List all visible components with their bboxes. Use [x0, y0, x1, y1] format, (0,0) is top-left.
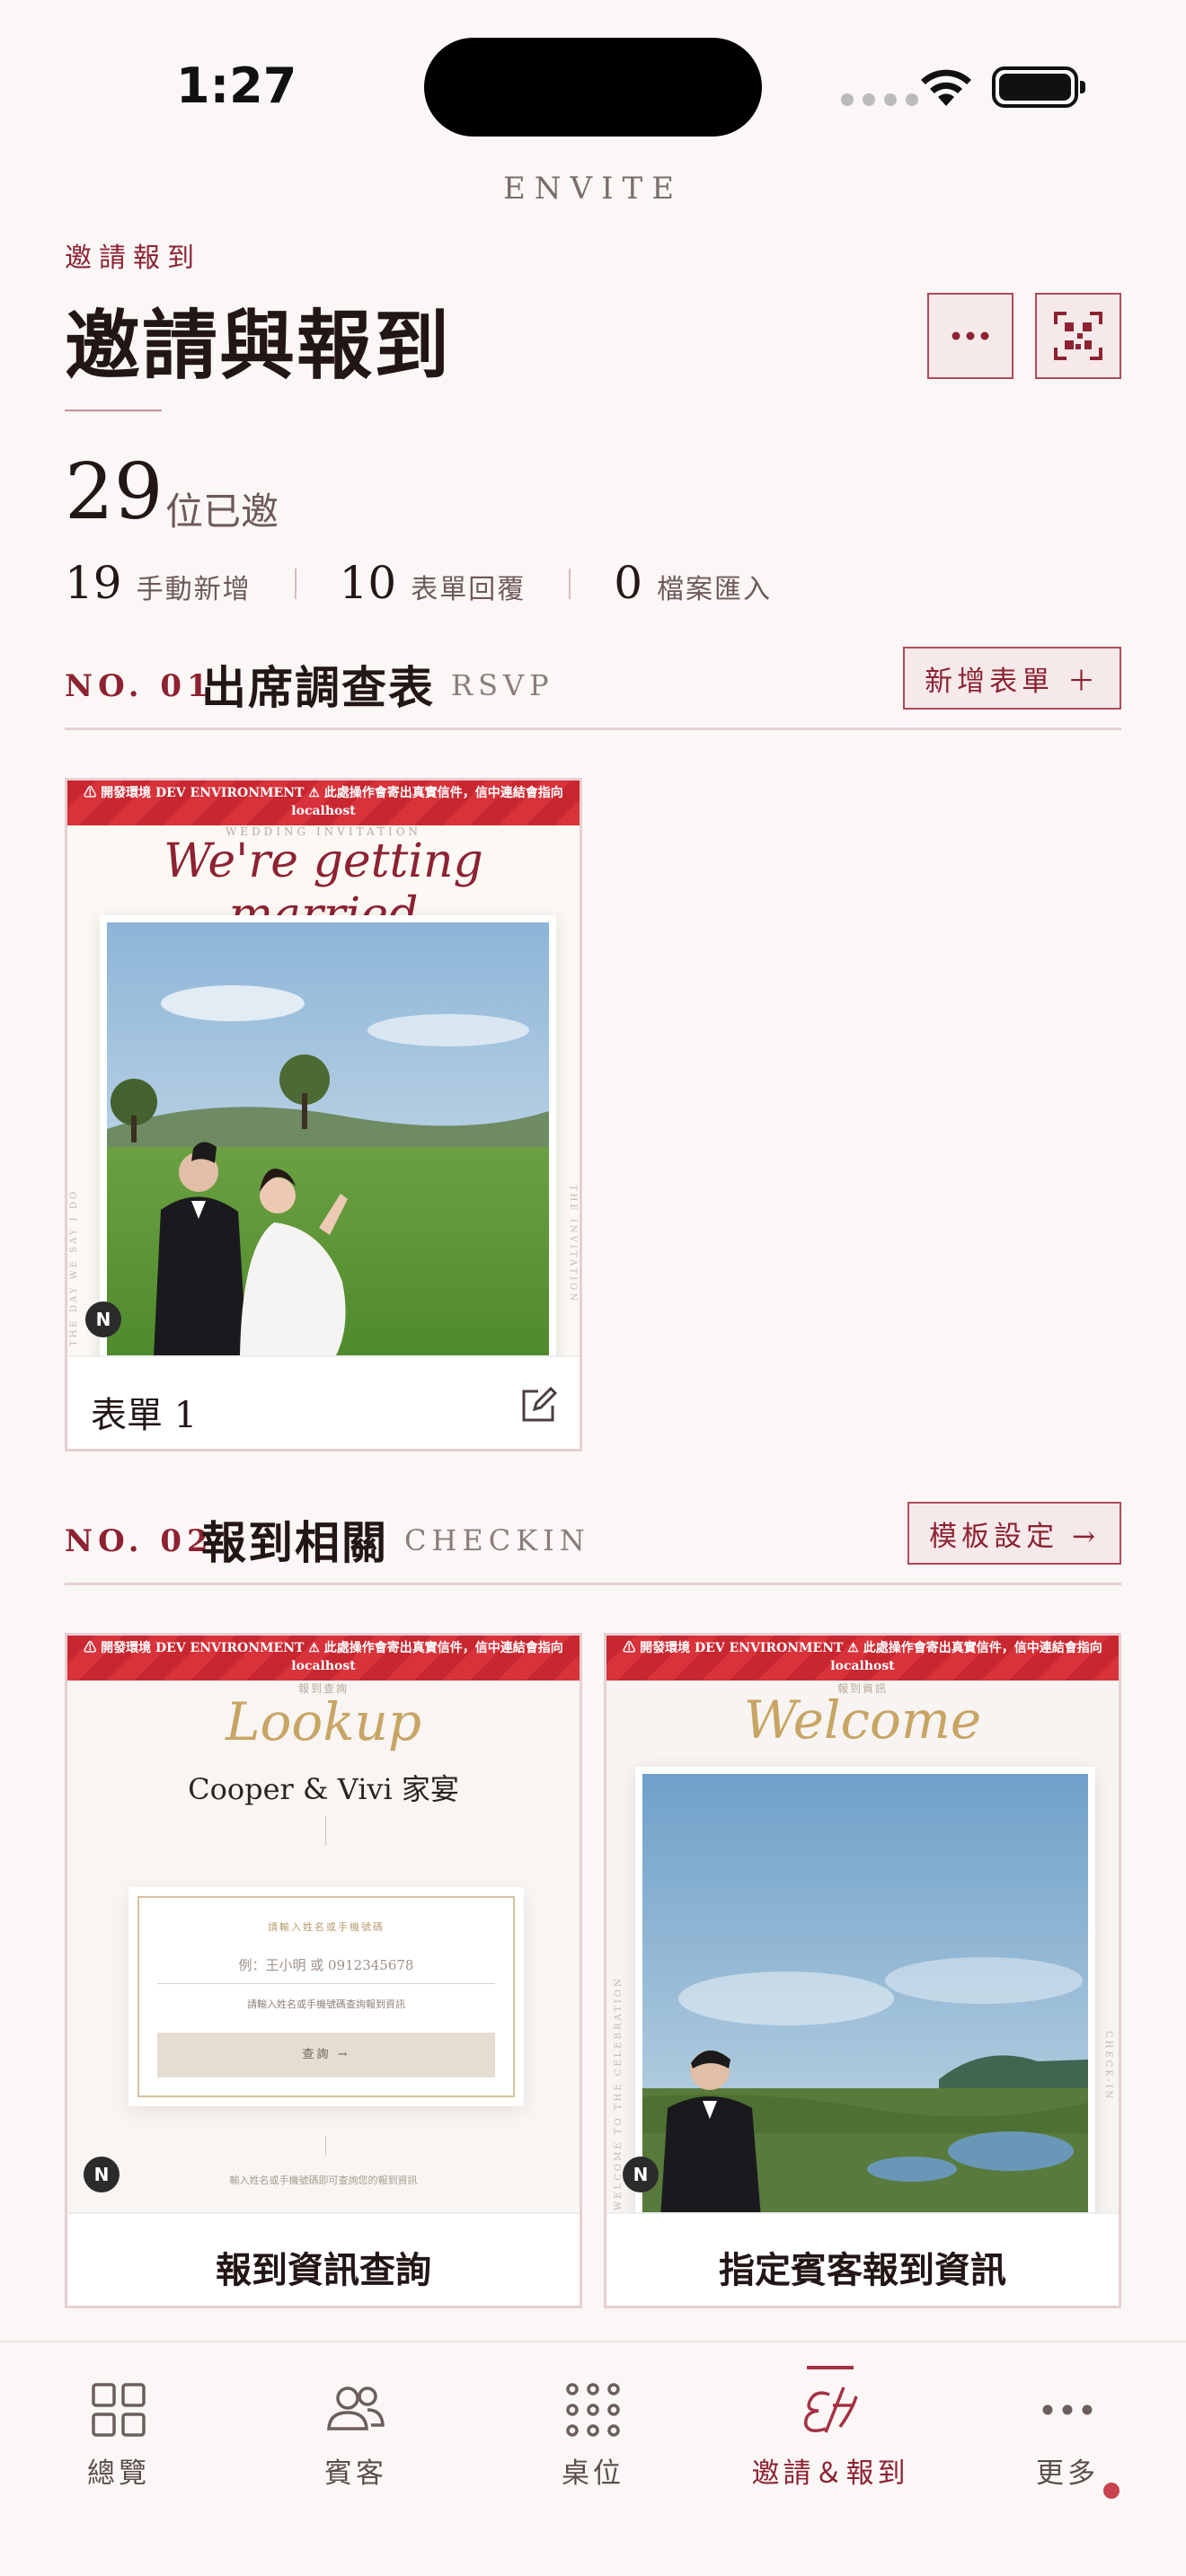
- section-number: NO. 01: [65, 668, 214, 704]
- lookup-form-hint: 請輸入姓名或手機號碼查詢報到資訊: [247, 1998, 405, 2010]
- form-title: 表單 1: [91, 1395, 198, 1436]
- dynamic-island: [424, 38, 762, 137]
- card-footer: 表單 1: [67, 1355, 580, 1449]
- tab-label: 總覽: [87, 2457, 150, 2490]
- active-tab-indicator: [807, 2366, 854, 2369]
- couple-photo-frame: [100, 915, 556, 1355]
- preview-headline: Welcome: [743, 1689, 982, 1751]
- preview-headline: Lookup: [226, 1691, 421, 1752]
- dev-environment-banner: ⚠ 開發環境 DEV ENVIRONMENT ⚠ 此處操作會寄出真實信件，信中連…: [67, 1636, 580, 1681]
- stat-manual-label: 手動新增: [136, 574, 252, 605]
- tab-invite-checkin[interactable]: 邀請＆報到: [740, 2366, 920, 2508]
- qr-code-button[interactable]: [1035, 293, 1121, 379]
- status-bar: 1:27: [0, 0, 1186, 171]
- stat-import-label: 檔案匯入: [657, 574, 773, 605]
- couple-photo: [107, 922, 549, 1355]
- cellular-signal-icon: [841, 93, 918, 106]
- section-checkin-header: NO. 02 報到相關 CHECKIN 模板設定 →: [65, 1496, 1121, 1585]
- section-rsvp-header: NO. 01 出席調查表 RSVP 新增表單 ＋: [65, 641, 1121, 730]
- brand-wordmark: ENVITE: [502, 171, 684, 207]
- template-settings-button[interactable]: 模板設定 →: [907, 1502, 1121, 1565]
- dev-environment-banner: ⚠ 開發環境 DEV ENVIRONMENT ⚠ 此處操作會寄出真實信件，信中連…: [67, 781, 580, 825]
- guest-checkin-card[interactable]: ⚠ 開發環境 DEV ENVIRONMENT ⚠ 此處操作會寄出真實信件，信中連…: [604, 1633, 1121, 2308]
- tab-label: 賓客: [324, 2457, 387, 2490]
- stat-manual-value: 19: [65, 557, 122, 609]
- preview-couple-name: Cooper & Vivi 家宴: [188, 1772, 459, 1806]
- more-icon: [1042, 2404, 1093, 2415]
- section-title: 報到相關: [201, 1516, 388, 1569]
- card-footer: 報到資訊查詢: [67, 2212, 580, 2306]
- card-title: 指定賓客報到資訊: [719, 2249, 1006, 2291]
- bottom-tab-bar: 總覽 賓客 桌位 邀請＆報到 更多: [0, 2341, 1186, 2576]
- stat-form-label: 表單回覆: [411, 574, 527, 605]
- stat-form-value: 10: [339, 557, 397, 609]
- status-time: 1:27: [176, 57, 297, 114]
- stat-divider: [294, 569, 296, 599]
- tab-label: 邀請＆報到: [751, 2457, 909, 2490]
- dev-environment-banner: ⚠ 開發環境 DEV ENVIRONMENT ⚠ 此處操作會寄出真實信件，信中連…: [606, 1636, 1119, 1681]
- tab-guests[interactable]: 賓客: [266, 2382, 446, 2508]
- notification-dot: [1103, 2483, 1120, 2499]
- page-kicker: 邀請報到: [65, 243, 201, 274]
- groom-photo: [642, 1774, 1088, 2212]
- more-options-button[interactable]: [927, 293, 1013, 379]
- grid-icon: [92, 2383, 146, 2437]
- invited-count: 29: [65, 447, 164, 537]
- stat-import-value: 0: [614, 557, 643, 609]
- section-divider: [65, 1583, 1121, 1585]
- edit-icon[interactable]: [518, 1386, 558, 1425]
- section-title: 出席調查表: [201, 661, 435, 714]
- page-title: 邀請與報到: [65, 301, 452, 390]
- monogram-icon: [804, 2386, 858, 2433]
- title-divider: [65, 410, 162, 411]
- section-subtitle: CHECKIN: [404, 1523, 590, 1557]
- lookup-form-panel: 請輸入姓名或手機號碼 例：王小明 或 0912345678 請輸入姓名或手機號碼…: [128, 1887, 524, 2106]
- preview-divider: [325, 1815, 326, 1846]
- tab-label: 桌位: [562, 2457, 624, 2490]
- lookup-preview: 報到查詢 Lookup Cooper & Vivi 家宴 請輸入姓名或手機號碼 …: [67, 1681, 580, 2212]
- lookup-submit-button[interactable]: 查詢 →: [157, 2033, 495, 2078]
- section-subtitle: RSVP: [451, 668, 554, 702]
- lookup-footer-hint: 輸入姓名或手機號碼即可查詢您的報到資訊: [229, 2175, 418, 2186]
- tab-tables[interactable]: 桌位: [503, 2382, 683, 2508]
- invitation-preview: WEDDING INVITATION We're getting married…: [67, 825, 580, 1355]
- tab-label: 更多: [1036, 2457, 1099, 2490]
- lookup-input[interactable]: 例：王小明 或 0912345678: [157, 1946, 495, 1984]
- card-title: 報到資訊查詢: [216, 2249, 431, 2291]
- rsvp-form-card[interactable]: ⚠ 開發環境 DEV ENVIRONMENT ⚠ 此處操作會寄出真實信件，信中連…: [65, 778, 582, 1451]
- section-divider: [65, 728, 1121, 730]
- tab-overview[interactable]: 總覽: [29, 2382, 208, 2508]
- preview-divider: [325, 2135, 326, 2157]
- people-icon: [327, 2386, 385, 2430]
- stat-divider: [569, 569, 571, 599]
- add-form-button[interactable]: 新增表單 ＋: [903, 647, 1121, 710]
- next-badge-icon: N: [623, 2157, 659, 2192]
- card-footer: 指定賓客報到資訊: [606, 2212, 1119, 2306]
- tab-more[interactable]: 更多: [978, 2382, 1157, 2508]
- invited-label: 位已邀: [165, 490, 279, 534]
- groom-photo-frame: [635, 1767, 1095, 2212]
- welcome-preview: 報到資訊 Welcome WELCOME TO THE CELEBRATION …: [606, 1681, 1119, 2212]
- stats-breakdown: 19 手動新增 10 表單回覆 0 檔案匯入: [65, 557, 772, 611]
- next-badge-icon: N: [85, 1301, 121, 1337]
- wifi-icon: [921, 69, 971, 106]
- lookup-form-label: 請輸入姓名或手機號碼: [268, 1921, 385, 1933]
- battery-icon: [992, 66, 1085, 108]
- next-badge-icon: N: [84, 2157, 119, 2192]
- checkin-lookup-card[interactable]: ⚠ 開發環境 DEV ENVIRONMENT ⚠ 此處操作會寄出真實信件，信中連…: [65, 1633, 582, 2308]
- section-number: NO. 02: [65, 1523, 214, 1559]
- dots-grid-icon: [566, 2383, 620, 2437]
- qr-code-icon: [1054, 312, 1102, 360]
- ellipsis-icon: [951, 331, 989, 340]
